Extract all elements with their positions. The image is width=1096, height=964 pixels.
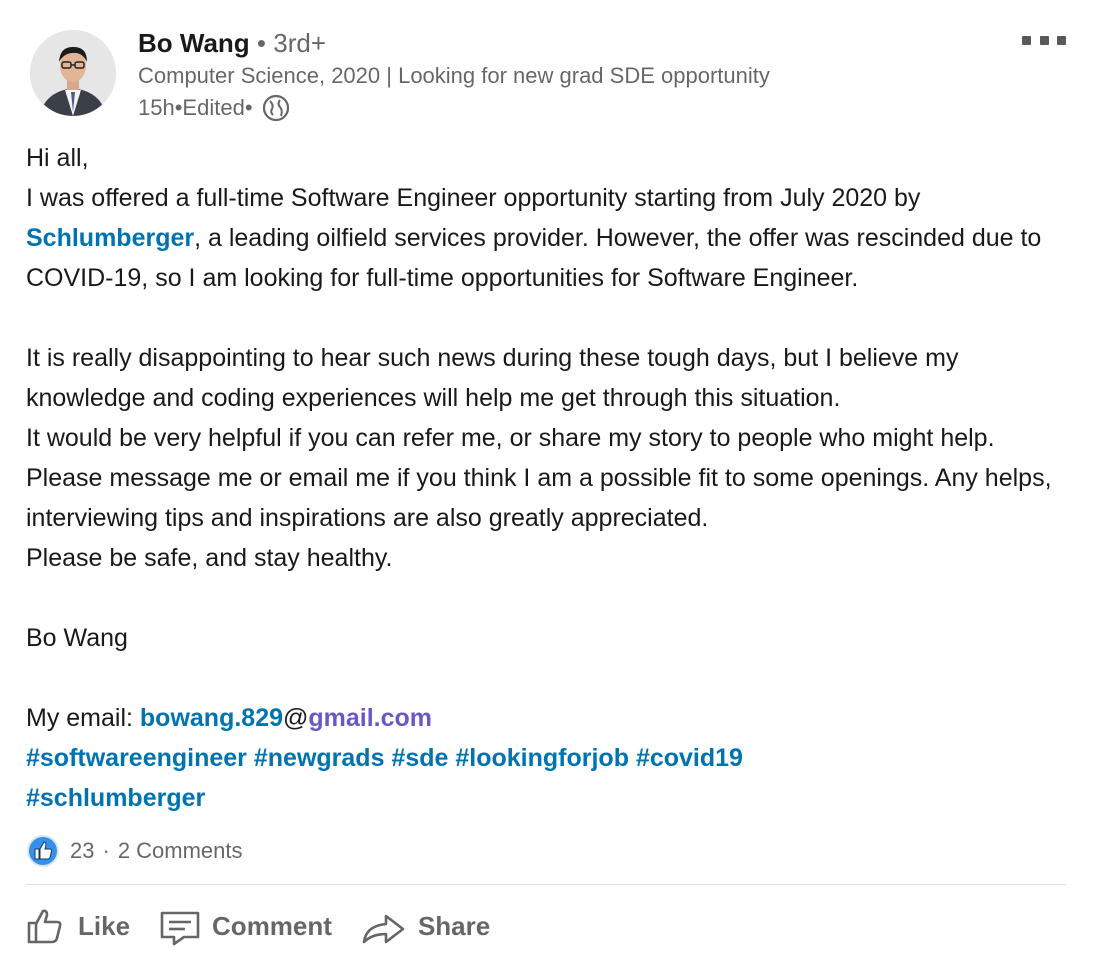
hashtags: #softwareengineer #newgrads #sde #lookin… bbox=[26, 738, 1076, 818]
globe-icon bbox=[261, 93, 291, 123]
email-at: @ bbox=[283, 704, 309, 732]
hashtag-link[interactable]: #covid19 bbox=[636, 744, 743, 772]
author-name[interactable]: Bo Wang bbox=[138, 28, 250, 58]
author-headline: Computer Science, 2020 | Looking for new… bbox=[138, 63, 770, 88]
author-line: Bo Wang • 3rd+ bbox=[138, 26, 326, 60]
like-label: Like bbox=[78, 910, 131, 941]
comment-icon bbox=[160, 911, 200, 946]
comment-count[interactable]: 2 Comments bbox=[118, 838, 243, 864]
edited-label: Edited bbox=[182, 95, 245, 120]
thumbs-up-icon bbox=[27, 909, 62, 944]
greeting-text: Hi all, bbox=[26, 144, 89, 172]
post-meta: 15h • Edited • bbox=[138, 92, 291, 124]
email-domain-link[interactable]: gmail.com bbox=[308, 704, 432, 732]
meta-separator-2: • bbox=[244, 95, 253, 120]
share-button[interactable]: Share bbox=[360, 904, 490, 948]
email-user-link[interactable]: bowang.829 bbox=[140, 704, 283, 732]
more-dot bbox=[1039, 35, 1049, 45]
hashtag-link[interactable]: #lookingforjob bbox=[455, 744, 629, 772]
share-label: Share bbox=[417, 910, 491, 941]
email-line: My email: bowang.829@gmail.com bbox=[26, 698, 1076, 738]
email-label: My email: bbox=[26, 704, 140, 732]
divider bbox=[26, 884, 1066, 885]
company-link[interactable]: Schlumberger bbox=[26, 224, 194, 252]
post-time: 15h bbox=[138, 95, 175, 120]
more-dot bbox=[1022, 35, 1031, 45]
count-separator: · bbox=[102, 838, 110, 863]
paragraph-1-start: I was offered a full-time Software Engin… bbox=[26, 184, 921, 212]
reaction-count[interactable]: 23 bbox=[70, 838, 94, 864]
hashtag-link[interactable]: #softwareengineer bbox=[26, 744, 247, 772]
degree-separator: • bbox=[249, 28, 274, 58]
paragraph-4: Please be safe, and stay healthy. bbox=[26, 544, 393, 572]
social-counts: 23 · 2 Comments bbox=[26, 834, 243, 868]
signature: Bo Wang bbox=[26, 624, 128, 652]
hashtag-link[interactable]: #schlumberger bbox=[26, 784, 205, 812]
share-icon bbox=[362, 914, 405, 944]
more-options-icon[interactable] bbox=[1022, 30, 1066, 50]
paragraph-2: It is really disappointing to hear such … bbox=[26, 344, 959, 412]
hashtag-link[interactable]: #sde bbox=[391, 744, 448, 772]
more-dot bbox=[1057, 35, 1066, 45]
like-button[interactable]: Like bbox=[24, 904, 130, 948]
like-badge-icon bbox=[26, 834, 60, 868]
post-content: Hi all, I was offered a full-time Softwa… bbox=[26, 138, 1076, 818]
author-avatar[interactable] bbox=[30, 30, 116, 116]
action-bar: Like Comment Share bbox=[24, 896, 518, 956]
meta-separator: • bbox=[174, 95, 183, 120]
feed-post: Bo Wang • 3rd+ Computer Science, 2020 | … bbox=[0, 0, 1096, 964]
connection-degree: 3rd+ bbox=[273, 28, 327, 58]
comment-label: Comment bbox=[212, 910, 332, 941]
paragraph-1: I was offered a full-time Software Engin… bbox=[26, 178, 1076, 298]
hashtag-link[interactable]: #newgrads bbox=[254, 744, 385, 772]
comment-button[interactable]: Comment bbox=[158, 904, 332, 948]
paragraph-3: It would be very helpful if you can refe… bbox=[26, 424, 1052, 532]
